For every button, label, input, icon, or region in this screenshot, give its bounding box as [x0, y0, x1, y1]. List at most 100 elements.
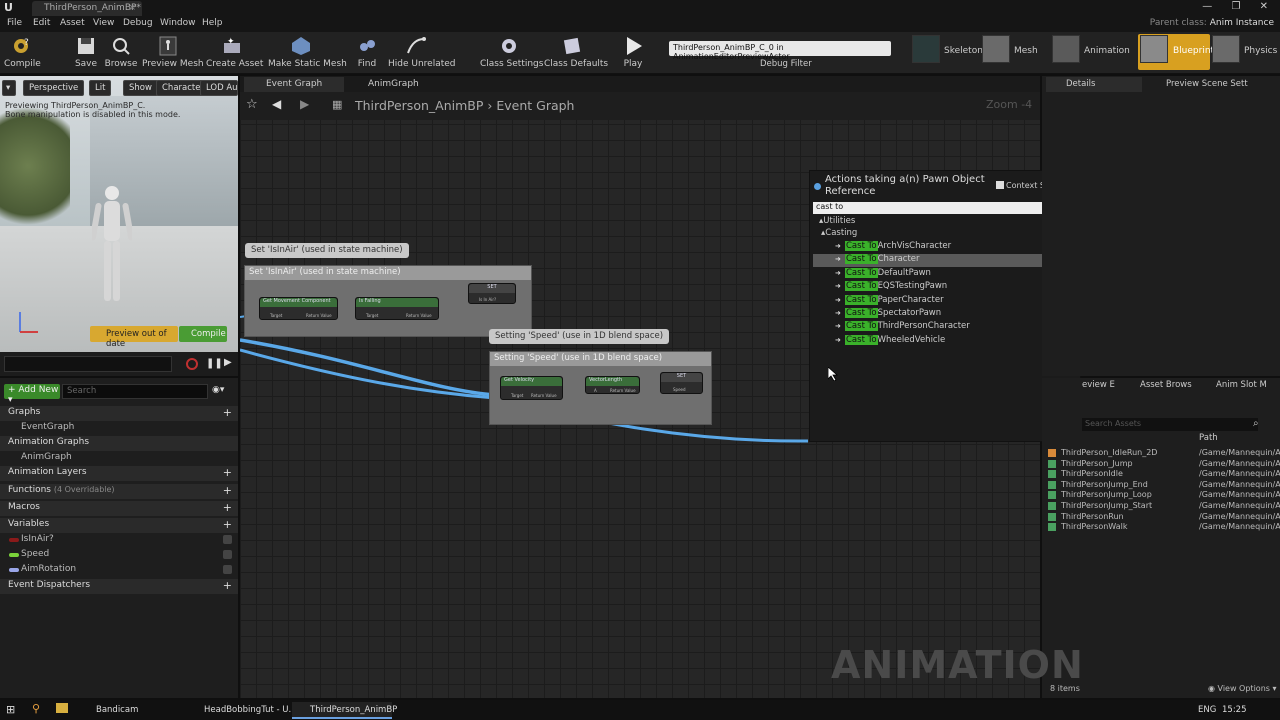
physics-mode-icon[interactable] — [1212, 35, 1240, 63]
pin-return[interactable]: Return Value — [306, 313, 332, 318]
node-set-isinair[interactable]: SET Is In Air? — [468, 283, 516, 304]
pin-isinair[interactable]: Is In Air? — [479, 297, 496, 302]
action-cast-to-item[interactable]: ➜ Cast ToSpectatorPawn — [813, 308, 1079, 321]
category-animation-layers[interactable]: Animation Layers + — [0, 466, 238, 481]
pin-target[interactable]: Target — [511, 393, 523, 398]
play-forward-icon[interactable]: ▶ — [224, 357, 232, 368]
menu-edit[interactable]: Edit — [33, 18, 50, 28]
windows-start-icon[interactable]: ⊞ — [6, 703, 18, 716]
viewport-menu-icon[interactable]: ▾ — [2, 80, 16, 96]
pin-target[interactable]: Target — [270, 313, 282, 318]
play-button[interactable]: Play — [616, 32, 650, 74]
viewport-compile-button[interactable]: Compile — [179, 326, 227, 342]
language-indicator[interactable]: ENG — [1198, 705, 1216, 715]
asset-row[interactable]: ThirdPersonJump_Loop/Game/Mannequin/A — [1048, 490, 1280, 500]
pin-target[interactable]: Target — [366, 313, 378, 318]
mode-blueprint[interactable]: Blueprint — [1173, 46, 1214, 80]
eye-icon[interactable] — [223, 565, 232, 574]
action-cast-to-item[interactable]: ➜ Cast ToWheeledVehicle — [813, 334, 1079, 348]
variable-isinair[interactable]: IsInAir? — [0, 533, 238, 547]
add-function-icon[interactable]: + — [223, 484, 232, 497]
pin-return[interactable]: Return Value — [531, 393, 557, 398]
category-variables[interactable]: Variables + — [0, 518, 238, 533]
eye-icon[interactable] — [223, 535, 232, 544]
category-casting[interactable]: ▴Casting — [813, 228, 1079, 241]
compile-button[interactable]: ? Compile — [4, 32, 41, 74]
pin-return[interactable]: Return Value — [406, 313, 432, 318]
action-cast-to-item[interactable]: ➜ Cast ToCharacter — [813, 254, 1079, 268]
asset-row[interactable]: ThirdPersonIdle/Game/Mannequin/A — [1048, 469, 1280, 479]
column-path[interactable]: Path — [1199, 433, 1218, 443]
asset-row[interactable]: ThirdPersonJump_End/Game/Mannequin/A — [1048, 480, 1280, 490]
asset-row[interactable]: ThirdPerson_IdleRun_2D/Game/Mannequin/A — [1048, 448, 1280, 458]
action-cast-to-item[interactable]: ➜ Cast ToPaperCharacter — [813, 294, 1079, 308]
add-layer-icon[interactable]: + — [223, 466, 232, 479]
checkbox-icon[interactable] — [996, 181, 1004, 189]
create-asset-button[interactable]: ✦ Create Asset — [206, 32, 263, 74]
visibility-eye-icon[interactable]: ◉▾ — [212, 385, 224, 395]
preview-mesh-button[interactable]: Preview Mesh — [142, 32, 204, 74]
menu-asset[interactable]: Asset — [60, 18, 85, 28]
timeline-scrubber[interactable] — [4, 356, 172, 372]
variable-speed[interactable]: Speed — [0, 548, 238, 562]
window-controls[interactable]: — ❐ ✕ — [1202, 1, 1276, 12]
task-thirdperson-animbp[interactable]: ThirdPerson_AnimBP — [292, 702, 397, 719]
tab-preview-editor[interactable]: eview E — [1082, 380, 1115, 390]
add-macro-icon[interactable]: + — [223, 501, 232, 514]
eye-icon[interactable] — [223, 550, 232, 559]
action-cast-to-item[interactable]: ➜ Cast ToThirdPersonCharacter — [813, 321, 1079, 334]
pause-icon[interactable]: ❚❚ — [206, 358, 223, 369]
make-static-mesh-button[interactable]: Make Static Mesh — [268, 32, 347, 74]
mesh-mode-icon[interactable] — [982, 35, 1010, 63]
add-new-button[interactable]: + Add New ▾ — [4, 384, 60, 405]
menu-view[interactable]: View — [93, 18, 114, 28]
tab-preview-scene-settings[interactable]: Preview Scene Sett — [1146, 77, 1274, 92]
tab-details[interactable]: Details — [1046, 77, 1142, 92]
asset-row[interactable]: ThirdPersonWalk/Game/Mannequin/A — [1048, 522, 1280, 532]
action-cast-to-item[interactable]: ➜ Cast ToArchVisCharacter — [813, 241, 1079, 254]
view-options-button[interactable]: ◉ View Options ▾ — [1208, 684, 1277, 693]
lod-button[interactable]: LOD Auto — [200, 80, 238, 96]
asset-row[interactable]: ThirdPersonJump_Start/Game/Mannequin/A — [1048, 501, 1280, 511]
item-event-graph[interactable]: EventGraph — [0, 421, 238, 435]
pin-return[interactable]: Return Value — [610, 388, 636, 393]
mode-animation[interactable]: Animation — [1084, 46, 1130, 80]
mode-physics[interactable]: Physics — [1244, 46, 1277, 80]
category-event-dispatchers[interactable]: Event Dispatchers + — [0, 579, 238, 594]
skeleton-mode-icon[interactable] — [912, 35, 940, 63]
perspective-button[interactable]: Perspective — [23, 80, 85, 96]
menu-file[interactable]: File — [7, 18, 22, 28]
asset-row[interactable]: ThirdPerson_Jump/Game/Mannequin/A — [1048, 459, 1280, 469]
record-icon[interactable] — [186, 358, 198, 370]
pin-speed[interactable]: Speed — [673, 387, 686, 392]
asset-row[interactable]: ThirdPersonRun/Game/Mannequin/A — [1048, 512, 1280, 522]
asset-search-input[interactable]: Search Assets — [1082, 418, 1258, 431]
category-functions[interactable]: Functions (4 Overridable) + — [0, 484, 238, 499]
file-explorer-icon[interactable] — [56, 703, 68, 713]
class-defaults-button[interactable]: Class Defaults — [544, 32, 608, 74]
animation-mode-icon[interactable] — [1052, 35, 1080, 63]
save-button[interactable]: Save — [72, 32, 100, 74]
node-get-velocity[interactable]: Get Velocity Target Return Value — [500, 376, 563, 400]
category-macros[interactable]: Macros + — [0, 501, 238, 516]
node-is-falling[interactable]: Is Falling Target Return Value — [355, 297, 439, 320]
search-icon[interactable]: ⚲ — [32, 702, 40, 715]
find-button[interactable]: Find — [352, 32, 382, 74]
search-icon[interactable]: ⌕ — [1253, 418, 1259, 429]
add-dispatcher-icon[interactable]: + — [223, 579, 232, 592]
tab-close-icon[interactable]: × — [128, 3, 136, 13]
node-vector-length[interactable]: VectorLength A Return Value — [585, 376, 640, 394]
add-graph-icon[interactable]: + — [223, 406, 232, 419]
tab-asset-browser[interactable]: Asset Brows — [1140, 380, 1192, 390]
node-get-movement-component[interactable]: Get Movement Component Target Return Val… — [259, 297, 338, 320]
task-headbobbingtut[interactable]: HeadBobbingTut - U... — [186, 702, 297, 719]
document-tab[interactable]: ThirdPerson_AnimBP* × — [32, 1, 142, 16]
task-bandicam[interactable]: Bandicam — [78, 702, 180, 719]
variable-aimrotation[interactable]: AimRotation — [0, 563, 238, 577]
category-animation-graphs[interactable]: Animation Graphs — [0, 436, 238, 451]
menu-debug[interactable]: Debug — [123, 18, 153, 28]
menu-window[interactable]: Window — [160, 18, 196, 28]
node-set-speed[interactable]: SET Speed — [660, 372, 703, 394]
action-cast-to-item[interactable]: ➜ Cast ToDefaultPawn — [813, 267, 1079, 281]
clock[interactable]: 15:25 — [1222, 705, 1247, 715]
